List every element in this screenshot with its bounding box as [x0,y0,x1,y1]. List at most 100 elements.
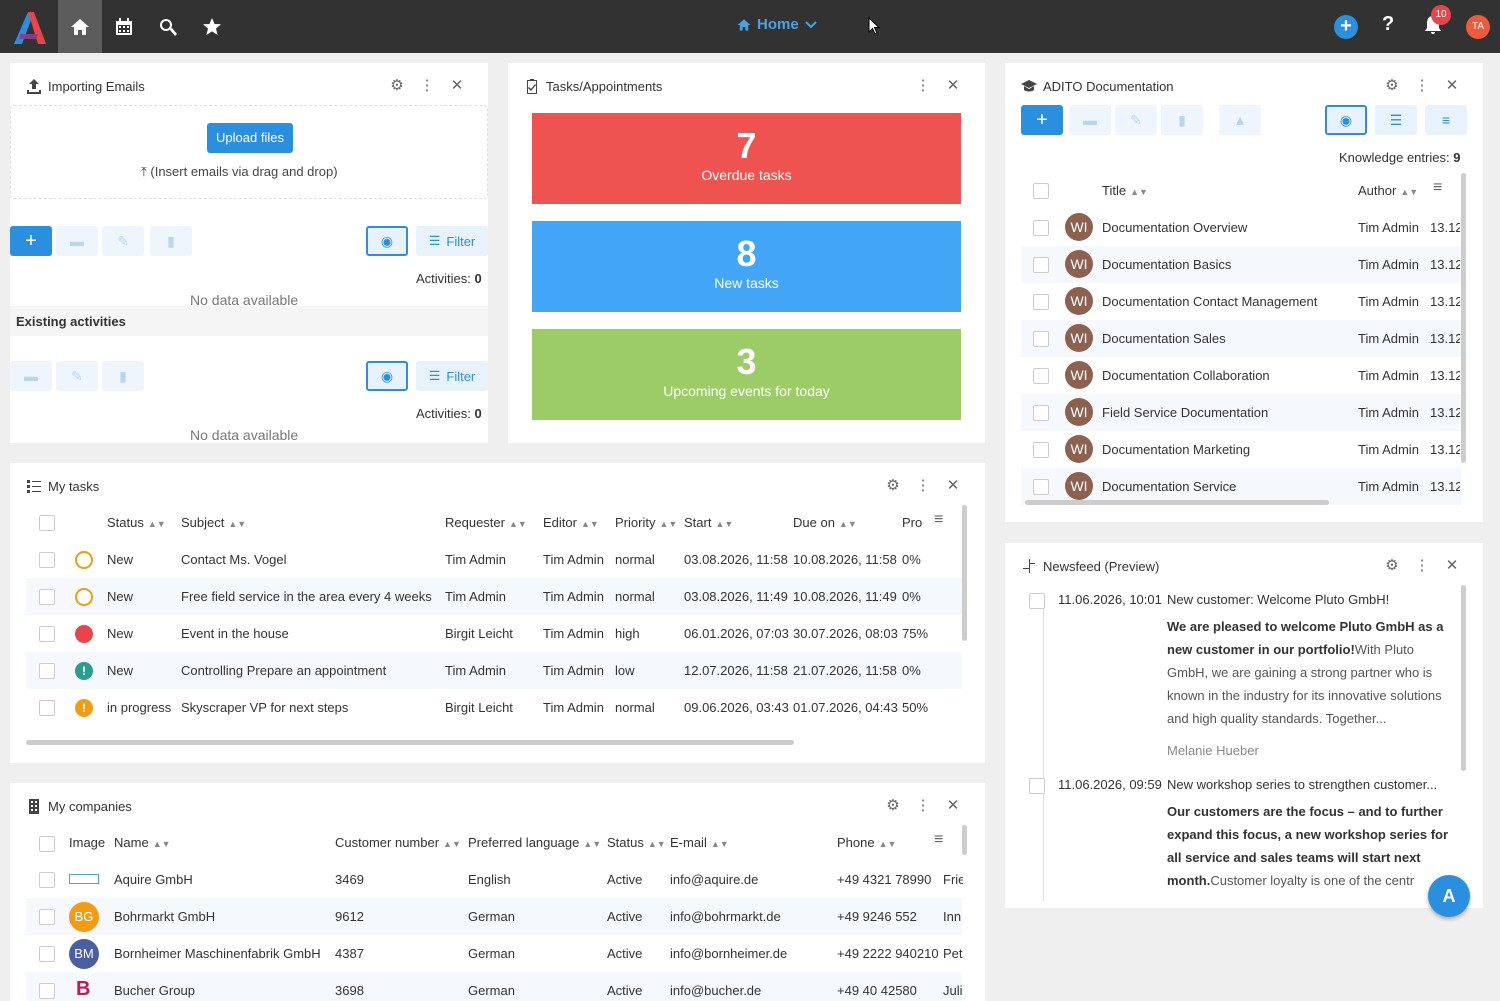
task-subject-link[interactable]: Skyscraper VP for next steps [181,700,348,715]
column-header[interactable]: Preferred language ▲▼ [468,835,601,850]
task-requester-link[interactable]: Birgit Leicht [445,626,513,641]
edit-button[interactable]: ✎ [102,226,144,256]
notify-button[interactable]: ▲ [1219,105,1261,135]
doc-author-link[interactable]: Tim Admin [1358,442,1419,457]
column-header[interactable]: Pro [902,515,922,530]
view-toggle-button[interactable]: ◉ [1325,105,1367,135]
doc-author-link[interactable]: Tim Admin [1358,294,1419,309]
more-vertical-icon[interactable]: ⋮ [914,796,932,814]
task-tile[interactable]: 3 Upcoming events for today [532,329,961,420]
assistant-fab-button[interactable]: A [1428,875,1470,917]
select-all-checkbox[interactable] [39,836,55,852]
column-header-author[interactable]: Author ▲▼ [1358,183,1418,198]
edit-button-2[interactable]: ✎ [56,361,98,391]
horizontal-scrollbar[interactable] [1025,500,1329,505]
company-name-link[interactable]: Aquire GmbH [114,872,193,887]
delete-button[interactable]: ▮ [1161,105,1203,135]
close-icon[interactable]: ✕ [944,476,962,494]
column-header[interactable]: Priority ▲▼ [615,515,677,530]
column-header[interactable]: Status ▲▼ [107,515,166,530]
row-checkbox[interactable] [1033,405,1049,421]
row-checkbox[interactable] [1033,442,1049,458]
doc-author-link[interactable]: Tim Admin [1358,405,1419,420]
task-subject-link[interactable]: Contact Ms. Vogel [181,552,287,567]
upload-files-button[interactable]: Upload files [207,123,293,153]
email-drop-zone[interactable]: Upload files ⤒ (Insert emails via drag a… [10,105,488,199]
row-checkbox[interactable] [39,946,55,962]
row-checkbox[interactable] [1033,479,1049,495]
column-header[interactable]: Image [69,835,105,850]
folder-button[interactable]: ▬ [1069,105,1111,135]
doc-title-link[interactable]: Documentation Overview [1102,220,1247,235]
row-checkbox[interactable] [39,626,55,642]
list-view-button[interactable]: ≡ [1425,105,1467,135]
filter-button[interactable]: ☰ Filter [416,226,488,256]
column-header[interactable]: Phone ▲▼ [837,835,896,850]
delete-button[interactable]: ▮ [150,226,192,256]
doc-author-link[interactable]: Tim Admin [1358,220,1419,235]
row-checkbox[interactable] [39,663,55,679]
column-header[interactable]: Requester ▲▼ [445,515,527,530]
task-tile[interactable]: 8 New tasks [532,221,961,312]
column-menu-icon[interactable]: ≡ [934,831,943,849]
column-header[interactable]: Status ▲▼ [607,835,666,850]
row-checkbox[interactable] [1033,331,1049,347]
column-header[interactable]: Customer number ▲▼ [335,835,461,850]
row-checkbox[interactable] [1033,294,1049,310]
doc-title-link[interactable]: Documentation Contact Management [1102,294,1317,309]
doc-author-link[interactable]: Tim Admin [1358,331,1419,346]
gear-icon[interactable]: ⚙ [1383,556,1401,574]
task-requester-link[interactable]: Birgit Leicht [445,700,513,715]
add-new-button[interactable]: + [1334,15,1358,39]
doc-title-link[interactable]: Field Service Documentation [1102,405,1268,420]
company-name-link[interactable]: Bornheimer Maschinenfabrik GmbH [114,946,321,961]
close-icon[interactable]: ✕ [944,796,962,814]
adito-logo[interactable] [10,8,48,46]
select-all-checkbox[interactable] [1033,183,1049,199]
column-header[interactable]: Editor ▲▼ [543,515,599,530]
doc-title-link[interactable]: Documentation Sales [1102,331,1226,346]
home-menu[interactable]: Home [737,16,817,33]
more-vertical-icon[interactable]: ⋮ [1413,76,1431,94]
column-header[interactable]: Name ▲▼ [114,835,171,850]
view-toggle-button-2[interactable]: ◉ [366,361,408,391]
column-menu-icon[interactable]: ≡ [934,511,943,529]
row-checkbox[interactable] [39,909,55,925]
edit-button[interactable]: ✎ [1115,105,1157,135]
user-avatar[interactable]: TA [1466,15,1490,39]
task-subject-link[interactable]: Free field service in the area every 4 w… [181,589,432,604]
doc-title-link[interactable]: Documentation Marketing [1102,442,1250,457]
row-checkbox[interactable] [39,552,55,568]
more-vertical-icon[interactable]: ⋮ [418,76,436,94]
news-headline-link[interactable]: New customer: Welcome Pluto GmbH! [1167,592,1389,607]
row-checkbox[interactable] [39,700,55,716]
calendar-nav-button[interactable] [102,0,146,53]
gear-icon[interactable]: ⚙ [388,76,406,94]
news-checkbox[interactable] [1029,778,1045,794]
task-subject-link[interactable]: Controlling Prepare an appointment [181,663,386,678]
filter-settings-button[interactable]: ☰ [1375,105,1417,135]
doc-author-link[interactable]: Tim Admin [1358,368,1419,383]
row-checkbox[interactable] [1033,220,1049,236]
task-requester-link[interactable]: Tim Admin [445,589,506,604]
company-name-link[interactable]: Bucher Group [114,983,195,998]
vertical-scrollbar[interactable] [1461,173,1466,463]
row-checkbox[interactable] [39,589,55,605]
delete-button-2[interactable]: ▮ [102,361,144,391]
favorites-nav-button[interactable] [190,0,234,53]
vertical-scrollbar[interactable] [962,505,967,641]
doc-author-link[interactable]: Tim Admin [1358,257,1419,272]
row-checkbox[interactable] [39,983,55,999]
close-icon[interactable]: ✕ [448,76,466,94]
gear-icon[interactable]: ⚙ [884,796,902,814]
doc-title-link[interactable]: Documentation Collaboration [1102,368,1270,383]
gear-icon[interactable]: ⚙ [884,476,902,494]
doc-author-link[interactable]: Tim Admin [1358,479,1419,494]
more-vertical-icon[interactable]: ⋮ [1413,556,1431,574]
doc-title-link[interactable]: Documentation Service [1102,479,1236,494]
add-button[interactable]: + [1021,105,1063,135]
company-name-link[interactable]: Bohrmarkt GmbH [114,909,215,924]
column-menu-icon[interactable]: ≡ [1433,179,1442,197]
folder-button-2[interactable]: ▬ [10,361,52,391]
task-subject-link[interactable]: Event in the house [181,626,289,641]
